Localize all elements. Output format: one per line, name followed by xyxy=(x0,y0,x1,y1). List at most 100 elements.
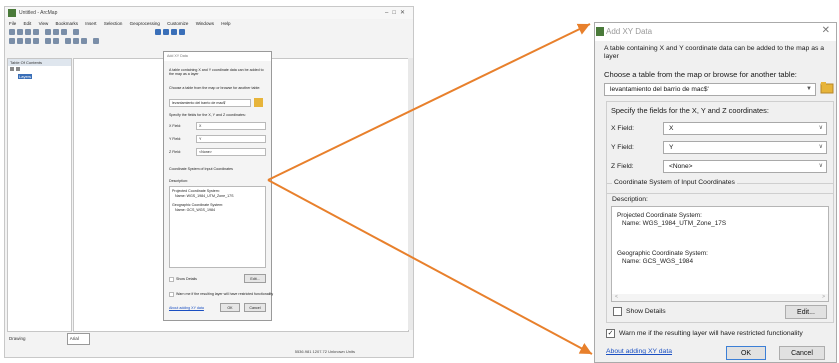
select-icon[interactable] xyxy=(65,38,71,44)
toc-title: Table Of Contents xyxy=(8,59,71,66)
arcmap-window: Untitled - ArcMap –□✕ File Edit View Boo… xyxy=(4,6,414,358)
window-controls[interactable]: –□✕ xyxy=(385,7,409,19)
x-field-label: X Field: xyxy=(611,125,635,132)
modelbuilder-icon[interactable] xyxy=(179,29,185,35)
mini-warn-label: Warn me if the resulting layer will have… xyxy=(176,292,274,296)
undo-icon[interactable] xyxy=(73,29,79,35)
browse-folder-icon[interactable] xyxy=(820,81,835,95)
scroll-left-icon[interactable]: < xyxy=(615,294,618,300)
back-icon[interactable] xyxy=(45,38,51,44)
mini-ok-button[interactable]: OK xyxy=(220,303,240,312)
description-box[interactable]: Projected Coordinate System: Name: WGS_1… xyxy=(611,206,829,302)
chevron-down-icon: ∨ xyxy=(818,125,823,131)
copy-icon[interactable] xyxy=(53,29,59,35)
dialog-title: Add XY Data xyxy=(606,27,653,36)
mini-desc-label: Description: xyxy=(169,179,188,183)
pan-icon[interactable] xyxy=(25,38,31,44)
arcmap-app-icon xyxy=(8,9,16,17)
projected-cs-name: Name: WGS_1984_UTM_Zone_17S xyxy=(622,219,727,227)
mini-about-link[interactable]: About adding XY data xyxy=(169,306,204,310)
horizontal-scrollbar[interactable]: < > xyxy=(612,294,828,301)
drawing-menu[interactable]: Drawing xyxy=(9,336,26,341)
mini-y-field-combo[interactable]: Y xyxy=(196,135,266,143)
measure-icon[interactable] xyxy=(81,38,87,44)
projected-cs-block: Projected Coordinate System: Name: WGS_1… xyxy=(617,212,726,227)
geographic-cs-heading: Geographic Coordinate System: xyxy=(617,250,708,257)
ok-button[interactable]: OK xyxy=(726,346,766,360)
mini-browse-folder-icon[interactable] xyxy=(254,98,263,107)
z-field-label: Z Field: xyxy=(611,163,634,170)
mini-intro: A table containing X and Y coordinate da… xyxy=(169,68,264,77)
print-icon[interactable] xyxy=(33,29,39,35)
mini-description-box: Projected Coordinate System: Name: WGS_1… xyxy=(169,186,266,268)
zoom-in-icon[interactable] xyxy=(9,38,15,44)
menu-edit[interactable]: Edit xyxy=(24,21,32,26)
mini-x-label: X Field: xyxy=(169,124,182,128)
z-field-select[interactable]: <None> ∨ xyxy=(663,160,827,173)
cancel-button[interactable]: Cancel xyxy=(779,346,825,360)
y-field-select[interactable]: Y ∨ xyxy=(663,141,827,154)
catalog-icon[interactable] xyxy=(155,29,161,35)
geographic-cs-block: Geographic Coordinate System: Name: GCS_… xyxy=(617,250,708,265)
x-field-select[interactable]: X ∨ xyxy=(663,122,827,135)
identify-icon[interactable] xyxy=(73,38,79,44)
edit-button[interactable]: Edit... xyxy=(785,305,827,319)
menu-windows[interactable]: Windows xyxy=(196,21,214,26)
arcmap-titlebar: Untitled - ArcMap –□✕ xyxy=(5,7,413,19)
mini-show-details-checkbox[interactable] xyxy=(169,277,174,282)
close-icon[interactable]: ✕ xyxy=(822,25,830,36)
open-icon[interactable] xyxy=(17,29,23,35)
find-icon[interactable] xyxy=(93,38,99,44)
warn-checkbox[interactable]: ✓ xyxy=(606,329,615,338)
mini-warn-checkbox[interactable] xyxy=(169,292,174,297)
mini-z-field-combo[interactable]: <None> xyxy=(196,148,266,156)
dialog-titlebar: Add XY Data ✕ xyxy=(595,23,836,41)
table-select[interactable]: levantamiento del barrio de mac$' ▼ xyxy=(604,83,816,96)
intro-text: A table containing X and Y coordinate da… xyxy=(604,45,825,60)
cut-icon[interactable] xyxy=(45,29,51,35)
paste-icon[interactable] xyxy=(61,29,67,35)
menu-geoprocessing[interactable]: Geoprocessing xyxy=(130,21,160,26)
full-extent-icon[interactable] xyxy=(33,38,39,44)
new-icon[interactable] xyxy=(9,29,15,35)
geographic-cs-name: Name: GCS_WGS_1984 xyxy=(622,257,694,265)
docked-panels[interactable] xyxy=(408,58,413,330)
mini-z-label: Z Field: xyxy=(169,150,181,154)
menu-customize[interactable]: Customize xyxy=(167,21,188,26)
mini-add-xy-dialog: Add XY Data A table containing X and Y c… xyxy=(163,51,274,321)
menu-help[interactable]: Help xyxy=(221,21,230,26)
scroll-right-icon[interactable]: > xyxy=(822,294,825,301)
zoom-out-icon[interactable] xyxy=(17,38,23,44)
save-icon[interactable] xyxy=(25,29,31,35)
layers-label[interactable]: Layers xyxy=(18,74,33,79)
status-bar: 5536.981 1207.72 Unknown Units xyxy=(5,346,413,357)
menu-selection[interactable]: Selection xyxy=(104,21,123,26)
warn-label: Warn me if the resulting layer will have… xyxy=(619,330,803,337)
mini-show-details-label: Show Details xyxy=(176,277,197,281)
python-icon[interactable] xyxy=(171,29,177,35)
menu-bookmarks[interactable]: Bookmarks xyxy=(56,21,79,26)
fields-label: Specify the fields for the X, Y and Z co… xyxy=(611,106,769,115)
toc-layers-node[interactable]: Layers xyxy=(8,74,71,79)
chevron-down-icon: ▼ xyxy=(806,86,812,92)
projected-cs-heading: Projected Coordinate System: xyxy=(617,212,702,219)
status-coordinates: 5536.981 1207.72 Unknown Units xyxy=(294,349,355,354)
mini-dialog-title: Add XY Data xyxy=(164,52,271,61)
chevron-down-icon: ∨ xyxy=(818,144,823,150)
table-select-value: levantamiento del barrio de mac$' xyxy=(610,86,709,93)
menu-view[interactable]: View xyxy=(39,21,49,26)
list-by-source-icon[interactable] xyxy=(16,67,20,71)
menu-insert[interactable]: Insert xyxy=(85,21,96,26)
menu-bar: File Edit View Bookmarks Insert Selectio… xyxy=(5,19,413,28)
show-details-checkbox[interactable] xyxy=(613,307,622,316)
font-select[interactable]: Arial xyxy=(66,333,90,345)
menu-file[interactable]: File xyxy=(9,21,16,26)
mini-cancel-button[interactable]: Cancel xyxy=(244,303,266,312)
list-by-drawing-order-icon[interactable] xyxy=(10,67,14,71)
mini-x-field-combo[interactable]: X xyxy=(196,122,266,130)
arctoolbox-icon[interactable] xyxy=(163,29,169,35)
mini-table-combo[interactable]: levantamiento del barrio de mac$' xyxy=(169,99,251,107)
mini-edit-button[interactable]: Edit... xyxy=(244,274,266,283)
about-adding-xy-data-link[interactable]: About adding XY data xyxy=(606,348,672,355)
forward-icon[interactable] xyxy=(53,38,59,44)
